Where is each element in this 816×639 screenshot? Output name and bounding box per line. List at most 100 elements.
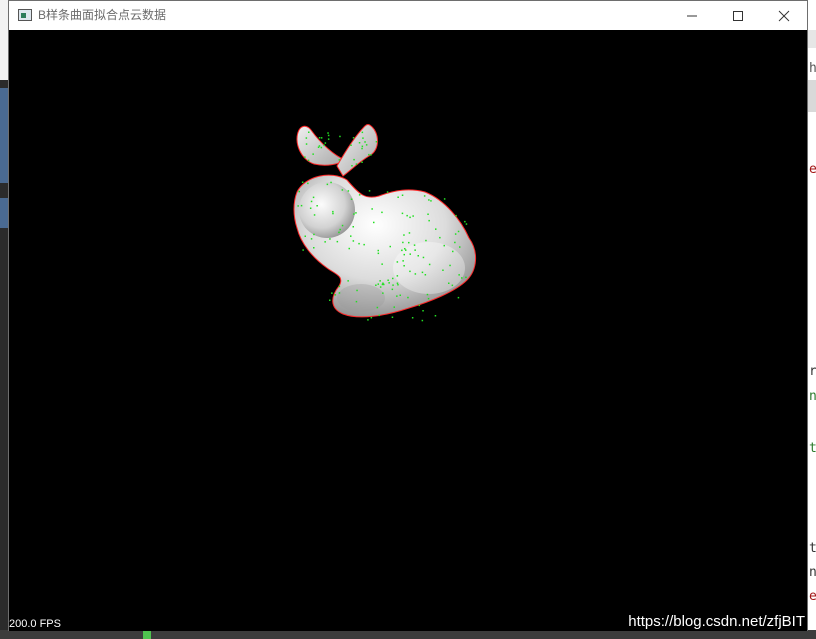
code-glyph: n xyxy=(809,389,816,404)
cloud-point xyxy=(361,145,364,148)
cloud-point xyxy=(403,234,405,236)
cloud-point xyxy=(338,159,341,161)
cloud-point xyxy=(393,306,395,308)
render-viewport[interactable]: 200.0 FPS https://blog.csdn.net/zfjBIT xyxy=(9,30,807,631)
cloud-point xyxy=(424,274,427,276)
cloud-point xyxy=(387,279,389,281)
maximize-button[interactable] xyxy=(715,1,761,30)
cloud-point xyxy=(312,196,315,199)
cloud-point xyxy=(338,292,341,294)
window-title: B样条曲面拟合点云数据 xyxy=(38,8,167,22)
cloud-point xyxy=(412,215,414,217)
cloud-point xyxy=(397,196,399,198)
cloud-point xyxy=(307,159,310,162)
cloud-point xyxy=(371,208,373,210)
cloud-point xyxy=(370,154,372,156)
cloud-point xyxy=(307,182,309,185)
cloud-point xyxy=(326,183,329,186)
cloud-point xyxy=(353,213,355,215)
cloud-point xyxy=(454,241,456,244)
cloud-point xyxy=(396,261,399,263)
cloud-point xyxy=(386,191,389,193)
minimize-button[interactable] xyxy=(669,1,715,30)
cloud-point xyxy=(356,289,358,292)
cloud-point xyxy=(358,242,360,245)
cloud-point xyxy=(375,141,378,143)
cloud-point xyxy=(368,153,370,156)
background-code-editor: h e r n t t n e xyxy=(808,0,816,639)
cloud-point xyxy=(310,238,313,240)
cloud-point xyxy=(377,249,379,252)
cloud-point xyxy=(448,282,450,284)
cloud-point xyxy=(405,249,407,251)
cloud-point xyxy=(403,265,405,267)
cloud-point xyxy=(389,245,391,248)
cloud-point xyxy=(428,263,431,266)
cloud-point xyxy=(350,235,352,237)
close-icon xyxy=(778,10,790,21)
code-glyph: t xyxy=(809,441,816,456)
cloud-point xyxy=(318,145,321,147)
cloud-point xyxy=(423,195,426,197)
cloud-point xyxy=(465,223,468,225)
point-cloud-scene[interactable]: 200.0 FPS https://blog.csdn.net/zfjBIT xyxy=(9,30,807,631)
cloud-point xyxy=(353,158,355,161)
cloud-point xyxy=(316,205,318,207)
cloud-point xyxy=(409,253,411,255)
cloud-point xyxy=(402,241,404,244)
cloud-point xyxy=(401,194,404,196)
code-glyph: t xyxy=(809,541,816,556)
cloud-point xyxy=(455,214,457,217)
bunny-ear-left xyxy=(296,125,347,166)
cloud-point xyxy=(352,240,355,242)
cloud-point xyxy=(298,190,300,193)
cloud-point xyxy=(377,283,379,285)
title-bar[interactable]: B样条曲面拟合点云数据 xyxy=(9,0,807,30)
cloud-point xyxy=(370,316,373,319)
cloud-point xyxy=(379,280,381,282)
cloud-point xyxy=(381,263,383,265)
cloud-point xyxy=(310,200,313,203)
cloud-point xyxy=(327,132,329,134)
cloud-point xyxy=(324,142,327,144)
background-panel-accent xyxy=(0,198,8,228)
cloud-point xyxy=(350,144,352,146)
cloud-point xyxy=(383,283,385,286)
cloud-point xyxy=(332,212,334,215)
cloud-point xyxy=(334,294,337,296)
cloud-point xyxy=(347,190,350,192)
cloud-point xyxy=(378,314,380,317)
background-status-indicator xyxy=(143,630,151,639)
cloud-point xyxy=(300,204,303,207)
cloud-point xyxy=(403,253,405,256)
cloud-point xyxy=(396,282,399,284)
app-icon-glyph xyxy=(21,13,26,18)
close-button[interactable] xyxy=(761,1,807,30)
cloud-point xyxy=(454,233,457,235)
cloud-point xyxy=(465,276,467,279)
cloud-point xyxy=(313,214,316,216)
cloud-point xyxy=(457,296,460,299)
cloud-point xyxy=(317,146,320,148)
cloud-point xyxy=(327,134,330,137)
background-panel-accent xyxy=(0,88,8,183)
cloud-point xyxy=(355,212,357,214)
cloud-point xyxy=(341,224,344,227)
cloud-point xyxy=(427,213,429,215)
cloud-point xyxy=(443,244,445,247)
cloud-point xyxy=(355,163,358,165)
cloud-point xyxy=(358,194,361,196)
code-glyph: e xyxy=(809,162,816,177)
cloud-point xyxy=(392,277,394,280)
cloud-point xyxy=(320,146,323,149)
cloud-point xyxy=(392,284,394,286)
app-window: B样条曲面拟合点云数据 200.0 FPS https://blog.csdn.… xyxy=(8,0,808,631)
cloud-point xyxy=(404,248,406,250)
cloud-point xyxy=(452,250,454,253)
cloud-point xyxy=(434,315,437,317)
app-window-icon[interactable] xyxy=(18,9,32,21)
cloud-point xyxy=(377,252,380,255)
cloud-point xyxy=(308,131,310,133)
cloud-point xyxy=(367,319,369,321)
background-tab-strip xyxy=(808,30,816,48)
